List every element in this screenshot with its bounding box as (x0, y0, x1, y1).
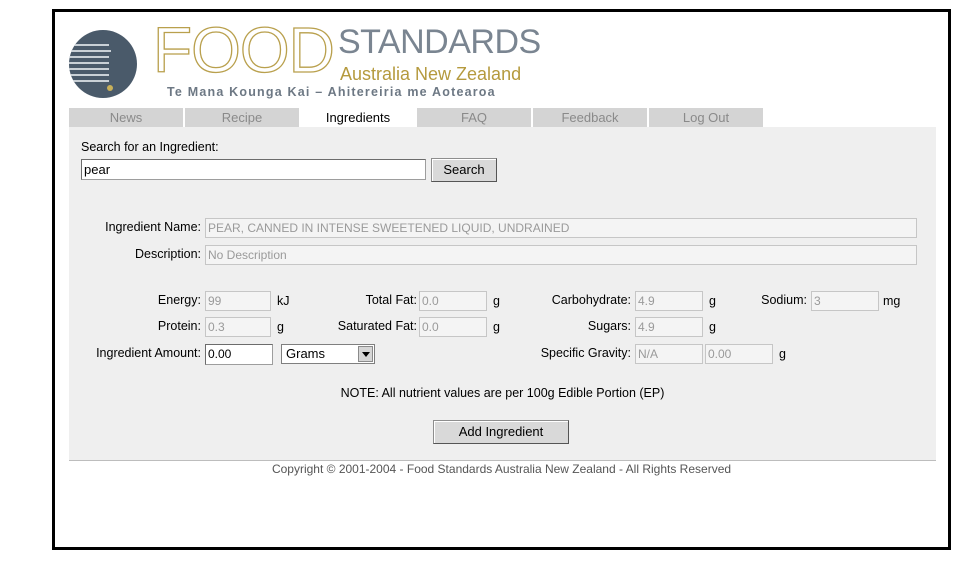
ingredient-name-label: Ingredient Name: (105, 220, 201, 234)
ingredient-amount-label: Ingredient Amount: (96, 346, 201, 360)
sugars-field: 4.9 (635, 317, 703, 337)
saturated-fat-field: 0.0 (419, 317, 487, 337)
copyright-text: Copyright © 2001-2004 - Food Standards A… (271, 462, 732, 476)
saturated-fat-unit: g (493, 320, 500, 334)
energy-field: 99 (205, 291, 271, 311)
description-field: No Description (205, 245, 917, 265)
tab-news[interactable]: News (69, 108, 183, 127)
search-input[interactable]: pear (81, 159, 426, 180)
add-ingredient-button[interactable]: Add Ingredient (433, 420, 569, 444)
carbohydrate-unit: g (709, 294, 716, 308)
amount-unit-selected: Grams (286, 346, 325, 361)
app-window: FOOD STANDARDS Australia New Zealand Te … (52, 9, 951, 550)
fsanz-logo-icon (69, 30, 137, 98)
logo-food-text: FOOD (152, 14, 335, 86)
tab-feedback[interactable]: Feedback (533, 108, 647, 127)
tab-recipe[interactable]: Recipe (185, 108, 299, 127)
search-label: Search for an Ingredient: (81, 140, 219, 154)
sugars-unit: g (709, 320, 716, 334)
search-button[interactable]: Search (431, 158, 497, 182)
amount-unit-select[interactable]: Grams (281, 344, 375, 364)
logo-standards-text: STANDARDS (338, 23, 541, 61)
sodium-label: Sodium: (761, 293, 807, 307)
sodium-field: 3 (811, 291, 879, 311)
carbohydrate-label: Carbohydrate: (551, 293, 631, 307)
nutrient-note: NOTE: All nutrient values are per 100g E… (340, 386, 665, 400)
tab-ingredients[interactable]: Ingredients (301, 108, 415, 127)
saturated-fat-label: Saturated Fat: (337, 319, 417, 333)
ingredient-name-field: PEAR, CANNED IN INTENSE SWEETENED LIQUID… (205, 218, 917, 238)
protein-label: Protein: (157, 319, 201, 333)
energy-unit: kJ (277, 294, 290, 308)
sugars-label: Sugars: (587, 319, 631, 333)
total-fat-label: Total Fat: (365, 293, 417, 307)
tab-logout[interactable]: Log Out (649, 108, 763, 127)
specific-gravity-unit: g (779, 347, 786, 361)
specific-gravity-grams-field: 0.00 (705, 344, 773, 364)
ingredient-amount-input[interactable]: 0.00 (205, 344, 273, 365)
description-label: Description: (135, 247, 201, 261)
carbohydrate-field: 4.9 (635, 291, 703, 311)
total-fat-unit: g (493, 294, 500, 308)
ingredients-panel: Search for an Ingredient: pear Search In… (69, 127, 936, 461)
protein-unit: g (277, 320, 284, 334)
specific-gravity-label: Specific Gravity: (540, 346, 631, 360)
total-fat-field: 0.0 (419, 291, 487, 311)
sodium-unit: mg (883, 294, 901, 308)
chevron-down-icon[interactable] (358, 346, 373, 362)
energy-label: Energy: (157, 293, 201, 307)
tab-faq[interactable]: FAQ (417, 108, 531, 127)
specific-gravity-field: N/A (635, 344, 703, 364)
protein-field: 0.3 (205, 317, 271, 337)
logo-maori-tagline: Te Mana Kounga Kai – Ahitereiria me Aote… (167, 85, 496, 99)
logo-subtitle: Australia New Zealand (340, 64, 522, 84)
